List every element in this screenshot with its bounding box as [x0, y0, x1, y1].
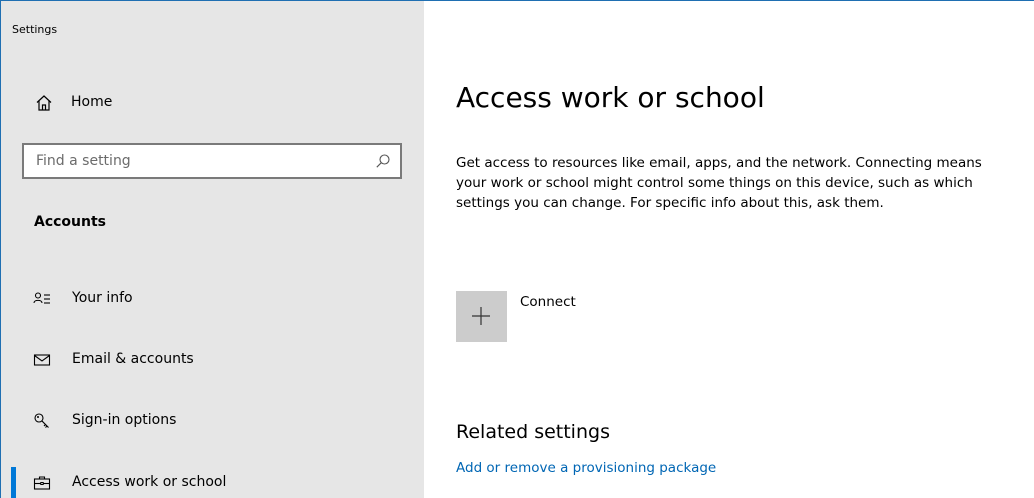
sidebar-item-label: Your info: [72, 290, 133, 306]
connect-button[interactable]: [456, 291, 507, 342]
page-description: Get access to resources like email, apps…: [456, 155, 982, 211]
sidebar-item-access-work-or-school[interactable]: Access work or school: [1, 463, 424, 498]
plus-icon: [472, 307, 490, 325]
section-header-accounts: Accounts: [34, 214, 107, 230]
sidebar-item-label: Access work or school: [72, 474, 227, 490]
sidebar-item-sign-in-options[interactable]: Sign-in options: [1, 401, 424, 441]
sidebar-item-label: Email & accounts: [72, 351, 194, 367]
briefcase-icon: [33, 476, 51, 490]
envelope-icon: [33, 354, 51, 366]
key-icon: [34, 413, 49, 428]
provisioning-package-link[interactable]: Add or remove a provisioning package: [456, 460, 716, 476]
search-icon[interactable]: [375, 153, 391, 169]
sidebar-item-email-accounts[interactable]: Email & accounts: [1, 340, 424, 380]
sidebar-item-label: Sign-in options: [72, 412, 177, 428]
search-input[interactable]: [24, 145, 400, 177]
active-indicator: [11, 467, 16, 498]
main-content: Access work or school Get access to reso…: [424, 1, 1034, 498]
sidebar: Settings Home Accounts: [1, 1, 424, 498]
sidebar-item-home[interactable]: Home: [1, 85, 424, 121]
related-settings-title: Related settings: [456, 421, 610, 443]
settings-window: Settings Home Accounts: [0, 0, 1034, 498]
app-title: Settings: [12, 23, 58, 36]
sidebar-item-label: Home: [71, 94, 113, 110]
home-icon: [36, 95, 52, 111]
sidebar-item-your-info[interactable]: Your info: [1, 279, 424, 319]
connect-label[interactable]: Connect: [520, 294, 576, 310]
page-title: Access work or school: [456, 81, 765, 114]
search-box[interactable]: [22, 143, 402, 179]
person-list-icon: [33, 292, 50, 304]
